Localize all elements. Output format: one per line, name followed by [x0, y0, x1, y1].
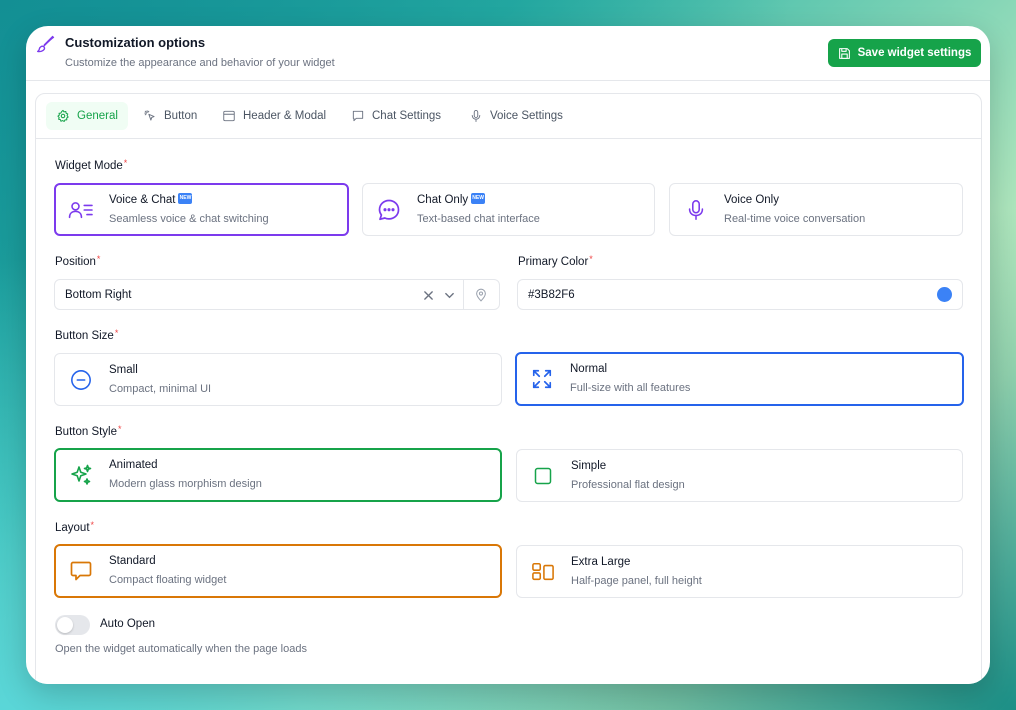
floppy-disk-icon [838, 47, 850, 59]
option-description: Modern glass morphism design [109, 478, 262, 490]
required-marker: * [589, 254, 593, 264]
user-list-icon [68, 197, 94, 223]
option-title-text: Voice & Chat [109, 194, 176, 206]
auto-open-toggle[interactable] [55, 615, 90, 635]
option-description: Compact floating widget [109, 574, 227, 586]
position-value: Bottom Right [65, 289, 132, 301]
widget-mode-label: Widget Mode* [55, 158, 128, 172]
tab-header-modal[interactable]: Header & Modal [212, 102, 336, 130]
save-widget-settings-button[interactable]: Save widget settings [828, 39, 981, 67]
required-marker: * [90, 520, 95, 530]
option-title: Animated [109, 459, 158, 471]
pointer-click-icon [144, 110, 155, 121]
window-icon [223, 110, 235, 122]
position-label-text: Position [55, 256, 96, 268]
option-title: Extra Large [571, 556, 631, 568]
color-swatch[interactable] [937, 287, 952, 302]
button-size-normal[interactable]: Normal Full-size with all features [515, 352, 964, 406]
option-title: Voice & Chat NEW [109, 193, 193, 206]
widget-mode-label-text: Widget Mode [55, 160, 123, 172]
auto-open-label: Auto Open [100, 618, 155, 630]
primary-color-input[interactable]: #3B82F6 [517, 279, 963, 310]
chat-bubble-icon [352, 110, 364, 122]
primary-color-value: #3B82F6 [528, 289, 575, 301]
option-description: Real-time voice conversation [724, 213, 866, 225]
new-badge: NEW [178, 193, 193, 205]
tab-bar: General Button Header & Modal Chat Setti… [36, 94, 981, 139]
option-title-text: Chat Only [417, 194, 469, 206]
save-button-label: Save widget settings [857, 47, 972, 59]
tab-voice-settings-label: Voice Settings [490, 110, 563, 122]
toggle-knob [57, 617, 73, 633]
option-description: Compact, minimal UI [109, 383, 212, 395]
auto-open-description: Open the widget automatically when the p… [55, 643, 307, 655]
option-title: Chat Only NEW [417, 193, 486, 206]
button-size-small[interactable]: Small Compact, minimal UI [54, 353, 502, 406]
button-style-label: Button Style* [55, 424, 122, 438]
page-subtitle: Customize the appearance and behavior of… [65, 57, 335, 69]
button-style-animated[interactable]: Animated Modern glass morphism design [54, 448, 502, 502]
header-bar: Customization options Customize the appe… [26, 26, 990, 81]
tab-general-label: General [77, 110, 118, 122]
clear-icon[interactable] [423, 290, 434, 301]
layout-label: Layout* [55, 520, 95, 534]
sparkles-icon [68, 462, 94, 488]
tab-header-modal-label: Header & Modal [243, 110, 327, 122]
option-title: Voice Only [724, 194, 779, 206]
microphone-icon [683, 197, 709, 223]
chat-bubble-icon [68, 558, 94, 584]
option-description: Full-size with all features [570, 382, 691, 394]
tab-chat-settings-label: Chat Settings [372, 110, 442, 122]
tab-voice-settings[interactable]: Voice Settings [459, 102, 573, 130]
widget-mode-chat-only[interactable]: Chat Only NEW Text-based chat interface [362, 183, 655, 236]
tab-general[interactable]: General [46, 102, 128, 130]
required-marker: * [123, 158, 128, 168]
widget-mode-voice-only[interactable]: Voice Only Real-time voice conversation [669, 183, 963, 236]
primary-color-label-text: Primary Color [518, 256, 589, 268]
required-marker: * [118, 424, 122, 434]
expand-icon [529, 366, 555, 392]
chat-dots-icon [376, 197, 402, 223]
tab-chat-settings[interactable]: Chat Settings [341, 102, 451, 130]
button-style-label-text: Button Style [55, 426, 118, 438]
button-style-simple[interactable]: Simple Professional flat design [516, 449, 963, 502]
button-size-label: Button Size* [55, 328, 119, 342]
widget-mode-voice-chat[interactable]: Voice & Chat NEW Seamless voice & chat sw… [54, 183, 349, 236]
page-title: Customization options [65, 35, 206, 50]
option-title: Normal [570, 363, 608, 375]
minus-circle-icon [68, 367, 94, 393]
position-label: Position* [55, 254, 101, 268]
option-description: Half-page panel, full height [571, 575, 702, 587]
settings-panel: General Button Header & Modal Chat Setti… [35, 93, 982, 684]
field-divider [463, 280, 464, 309]
gear-icon [57, 109, 69, 122]
option-title: Simple [571, 460, 607, 472]
settings-window: Customization options Customize the appe… [26, 26, 990, 684]
new-badge: NEW [471, 193, 486, 205]
option-title: Small [109, 364, 138, 376]
position-select[interactable]: Bottom Right [54, 279, 500, 310]
chevron-down-icon[interactable] [444, 291, 455, 300]
option-description: Text-based chat interface [417, 213, 540, 225]
layout-label-text: Layout [55, 522, 90, 534]
option-description: Professional flat design [571, 479, 685, 491]
option-title: Standard [109, 555, 156, 567]
tab-button-label: Button [164, 110, 198, 122]
required-marker: * [114, 328, 119, 338]
map-pin-icon[interactable] [474, 287, 488, 303]
square-icon [530, 463, 556, 489]
layout-extra-large[interactable]: Extra Large Half-page panel, full height [516, 545, 963, 598]
primary-color-label: Primary Color* [518, 254, 593, 268]
microphone-icon [471, 109, 481, 123]
layout-panels-icon [530, 559, 556, 585]
paintbrush-icon [37, 35, 55, 53]
option-description: Seamless voice & chat switching [109, 213, 269, 225]
button-size-label-text: Button Size [55, 330, 114, 342]
required-marker: * [96, 254, 101, 264]
layout-standard[interactable]: Standard Compact floating widget [54, 544, 502, 598]
tab-button[interactable]: Button [133, 102, 207, 130]
